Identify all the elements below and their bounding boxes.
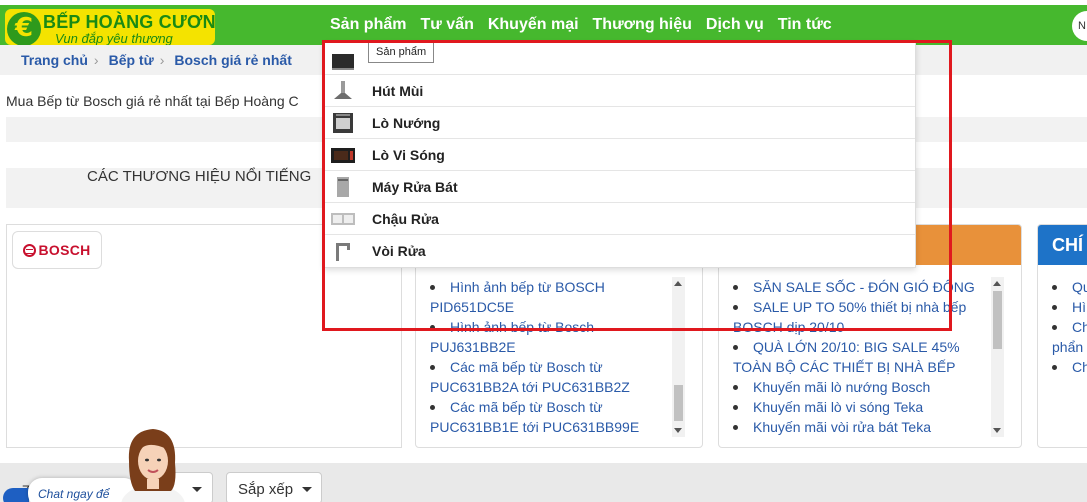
- site-logo[interactable]: € BẾP HOÀNG CƯƠNG Vun đắp yêu thương: [5, 9, 215, 45]
- article-link-continued[interactable]: PUC631BB2A tới PUC631BB2Z: [430, 377, 690, 397]
- chevron-down-icon: [302, 487, 312, 492]
- euro-logo-icon: €: [7, 12, 41, 45]
- chevron-down-icon: [192, 487, 202, 492]
- article-box-3: CHÍ Qu Hì Ch phẩn Ch: [1037, 224, 1087, 448]
- nav-dich-vu[interactable]: Dịch vụ: [706, 5, 764, 45]
- nav-khuyen-mai[interactable]: Khuyến mại: [488, 5, 579, 45]
- chat-icon[interactable]: [3, 488, 29, 502]
- intro-text: Mua Bếp từ Bosch giá rẻ nhất tại Bếp Hoà…: [6, 93, 299, 109]
- user-avatar[interactable]: N: [1072, 11, 1087, 41]
- logo-name: BẾP HOÀNG CƯƠNG: [43, 12, 215, 32]
- article-link-continued[interactable]: PUJ631BB2E: [430, 337, 690, 357]
- promo-link[interactable]: Khuyến mãi lò vi sóng Teka: [733, 397, 1003, 417]
- chat-agent-avatar[interactable]: [115, 425, 190, 502]
- breadcrumb-separator: ›: [159, 52, 165, 68]
- brands-title: CÁC THƯƠNG HIỆU NỔI TIẾNG: [87, 168, 312, 185]
- logo-slogan: Vun đắp yêu thương: [55, 31, 173, 45]
- top-header: € BẾP HOÀNG CƯƠNG Vun đắp yêu thương Sản…: [0, 5, 1087, 45]
- promo-link[interactable]: Khuyến mãi lò nướng Bosch: [733, 377, 1003, 397]
- nav-tin-tuc[interactable]: Tin tức: [778, 5, 832, 45]
- highlight-box: [322, 40, 952, 331]
- breadcrumb-bep-tu[interactable]: Bếp từ: [109, 52, 154, 68]
- chat-text: Chat ngay để: [38, 487, 110, 501]
- scrollbar-thumb[interactable]: [674, 385, 683, 421]
- breadcrumb-bosch[interactable]: Bosch giá rẻ nhất: [174, 52, 291, 68]
- scrollbar[interactable]: [991, 277, 1004, 437]
- breadcrumb: Trang chủ › Bếp từ › Bosch giá rẻ nhất: [21, 45, 292, 75]
- scroll-down-arrow-icon[interactable]: [674, 428, 682, 433]
- promo-link-continued[interactable]: TOÀN BỘ CÁC THIẾT BỊ NHÀ BẾP: [733, 357, 1003, 377]
- breadcrumb-separator: ›: [93, 52, 99, 68]
- sort-select[interactable]: Sắp xếp: [226, 472, 322, 502]
- scroll-up-arrow-icon[interactable]: [993, 281, 1001, 286]
- scrollbar-thumb[interactable]: [993, 291, 1002, 349]
- bosch-logo[interactable]: BOSCH: [12, 231, 102, 269]
- scroll-down-arrow-icon[interactable]: [993, 428, 1001, 433]
- bosch-armature-icon: [23, 243, 37, 257]
- main-nav: Sản phẩm Tư vấn Khuyến mại Thương hiệu D…: [330, 5, 846, 45]
- nav-san-pham[interactable]: Sản phẩm: [330, 5, 406, 45]
- policy-link[interactable]: Ch: [1052, 357, 1087, 377]
- policy-link-continued[interactable]: phẩn: [1052, 337, 1087, 357]
- promo-link[interactable]: Khuyến mãi vòi rửa bát Teka: [733, 417, 1003, 437]
- policy-link[interactable]: Ch: [1052, 317, 1087, 337]
- breadcrumb-home[interactable]: Trang chủ: [21, 52, 88, 68]
- promo-link[interactable]: QUÀ LỚN 20/10: BIG SALE 45%: [733, 337, 1003, 357]
- article-link[interactable]: Các mã bếp từ Bosch từ: [430, 397, 690, 417]
- article-link[interactable]: Các mã bếp từ Bosch từ: [430, 357, 690, 377]
- policy-link[interactable]: Hì: [1052, 297, 1087, 317]
- article-link-continued[interactable]: PUC631BB1E tới PUC631BB99E: [430, 417, 690, 437]
- nav-tu-van[interactable]: Tư vấn: [420, 5, 473, 45]
- article-box-header: CHÍ: [1038, 225, 1087, 265]
- policy-list: Qu Hì Ch phẩn Ch: [1052, 277, 1087, 377]
- bosch-logo-text: BOSCH: [38, 242, 91, 258]
- sort-label: Sắp xếp: [238, 481, 294, 498]
- policy-link[interactable]: Qu: [1052, 277, 1087, 297]
- nav-thuong-hieu[interactable]: Thương hiệu: [593, 5, 692, 45]
